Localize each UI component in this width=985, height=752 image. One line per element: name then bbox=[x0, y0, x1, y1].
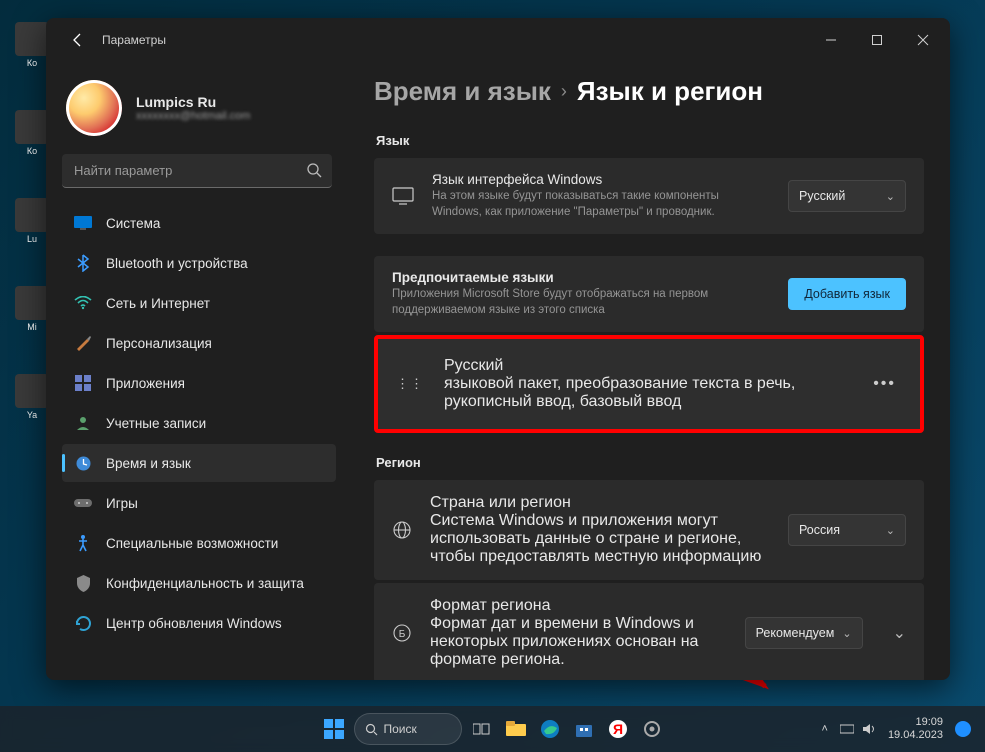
taskbar-settings[interactable] bbox=[638, 715, 666, 743]
user-icon bbox=[74, 414, 92, 432]
globe-letter-icon: Б bbox=[392, 623, 412, 643]
task-view-button[interactable] bbox=[468, 715, 496, 743]
start-button[interactable] bbox=[320, 715, 348, 743]
chevron-down-icon: ⌄ bbox=[886, 190, 895, 203]
taskbar-explorer[interactable] bbox=[502, 715, 530, 743]
regional-format-card: Б Формат региона Формат дат и времени в … bbox=[374, 583, 924, 680]
clock-tray[interactable]: 19:09 19.04.2023 bbox=[888, 716, 943, 742]
accessibility-icon bbox=[74, 534, 92, 552]
taskbar-store[interactable] bbox=[570, 715, 598, 743]
system-icon bbox=[74, 214, 92, 232]
taskbar-yandex[interactable]: Я bbox=[604, 715, 632, 743]
bluetooth-icon bbox=[74, 254, 92, 272]
monitor-icon bbox=[392, 185, 414, 207]
settings-window: Параметры Lumpics Ru xxxxxxxx@hotmail.co… bbox=[46, 18, 950, 680]
section-region: Регион bbox=[376, 455, 924, 470]
country-region-card: Страна или регион Система Windows и прил… bbox=[374, 480, 924, 580]
nav-system[interactable]: Система bbox=[62, 204, 336, 242]
format-dropdown[interactable]: Рекомендуем ⌄ bbox=[745, 617, 863, 649]
breadcrumb: Время и язык › Язык и регион bbox=[374, 76, 924, 107]
nav-apps[interactable]: Приложения bbox=[62, 364, 336, 402]
winlang-desc: На этом языке будут показываться такие к… bbox=[432, 189, 770, 220]
taskbar-edge[interactable] bbox=[536, 715, 564, 743]
titlebar: Параметры bbox=[46, 18, 950, 62]
nav-time-language[interactable]: Время и язык bbox=[62, 444, 336, 482]
breadcrumb-current: Язык и регион bbox=[577, 76, 763, 107]
language-item-russian[interactable]: ⋮⋮ Русский языковой пакет, преобразовани… bbox=[374, 335, 924, 433]
taskbar-search[interactable]: Поиск bbox=[354, 713, 462, 745]
preferred-languages-header: Предпочитаемые языки Приложения Microsof… bbox=[374, 256, 924, 332]
brush-icon bbox=[74, 334, 92, 352]
nav-list: Система Bluetooth и устройства Сеть и Ин… bbox=[62, 204, 336, 642]
preflang-desc: Приложения Microsoft Store будут отображ… bbox=[392, 287, 770, 318]
search-input[interactable] bbox=[62, 154, 332, 188]
shield-icon bbox=[74, 574, 92, 592]
lang-desc: языковой пакет, преобразование текста в … bbox=[444, 375, 853, 411]
breadcrumb-parent[interactable]: Время и язык bbox=[374, 76, 551, 107]
tray-expand-button[interactable]: ˄ bbox=[822, 723, 828, 735]
country-desc: Система Windows и приложения могут испол… bbox=[430, 512, 770, 566]
nav-bluetooth[interactable]: Bluetooth и устройства bbox=[62, 244, 336, 282]
wifi-icon bbox=[74, 294, 92, 312]
country-dropdown[interactable]: Россия ⌄ bbox=[788, 514, 906, 546]
gamepad-icon bbox=[74, 494, 92, 512]
minimize-button[interactable] bbox=[808, 24, 854, 56]
notification-badge[interactable] bbox=[955, 721, 971, 737]
globe-icon bbox=[392, 520, 412, 540]
nav-personalization[interactable]: Персонализация bbox=[62, 324, 336, 362]
svg-text:Я: Я bbox=[612, 721, 622, 737]
window-title: Параметры bbox=[102, 33, 166, 47]
preflang-title: Предпочитаемые языки bbox=[392, 270, 770, 285]
lang-name: Русский bbox=[444, 357, 853, 375]
drag-handle-icon[interactable]: ⋮⋮ bbox=[396, 376, 424, 392]
chevron-right-icon: › bbox=[561, 81, 567, 102]
nav-privacy[interactable]: Конфиденциальность и защита bbox=[62, 564, 336, 602]
nav-accounts[interactable]: Учетные записи bbox=[62, 404, 336, 442]
search-icon bbox=[306, 162, 322, 178]
chevron-down-icon: ⌄ bbox=[886, 524, 895, 537]
expand-button[interactable]: ⌄ bbox=[893, 623, 906, 643]
search-field bbox=[62, 154, 332, 188]
windows-display-language-card: Язык интерфейса Windows На этом языке бу… bbox=[374, 158, 924, 234]
nav-network[interactable]: Сеть и Интернет bbox=[62, 284, 336, 322]
section-language: Язык bbox=[376, 133, 924, 148]
svg-text:Б: Б bbox=[399, 629, 406, 640]
country-title: Страна или регион bbox=[430, 494, 770, 512]
sidebar: Lumpics Ru xxxxxxxx@hotmail.com Система … bbox=[46, 62, 346, 680]
format-desc: Формат дат и времени в Windows и некотор… bbox=[430, 615, 727, 669]
network-tray-icon[interactable] bbox=[840, 723, 854, 735]
close-button[interactable] bbox=[900, 24, 946, 56]
update-icon bbox=[74, 614, 92, 632]
nav-update[interactable]: Центр обновления Windows bbox=[62, 604, 336, 642]
user-email: xxxxxxxx@hotmail.com bbox=[136, 110, 250, 122]
volume-tray-icon[interactable] bbox=[862, 723, 876, 735]
winlang-title: Язык интерфейса Windows bbox=[432, 172, 770, 187]
chevron-down-icon: ⌄ bbox=[842, 627, 851, 640]
nav-accessibility[interactable]: Специальные возможности bbox=[62, 524, 336, 562]
main-content: Время и язык › Язык и регион Язык Язык и… bbox=[346, 62, 950, 680]
more-options-button[interactable]: ••• bbox=[873, 375, 896, 393]
clock-icon bbox=[74, 454, 92, 472]
format-title: Формат региона bbox=[430, 597, 727, 615]
add-language-button[interactable]: Добавить язык bbox=[788, 278, 906, 310]
taskbar: Поиск Я ˄ 19:09 19.04.2023 bbox=[0, 706, 985, 752]
user-profile[interactable]: Lumpics Ru xxxxxxxx@hotmail.com bbox=[66, 80, 332, 136]
back-button[interactable] bbox=[66, 28, 90, 52]
apps-icon bbox=[74, 374, 92, 392]
user-name: Lumpics Ru bbox=[136, 94, 250, 110]
maximize-button[interactable] bbox=[854, 24, 900, 56]
nav-gaming[interactable]: Игры bbox=[62, 484, 336, 522]
winlang-dropdown[interactable]: Русский ⌄ bbox=[788, 180, 906, 212]
avatar bbox=[66, 80, 122, 136]
